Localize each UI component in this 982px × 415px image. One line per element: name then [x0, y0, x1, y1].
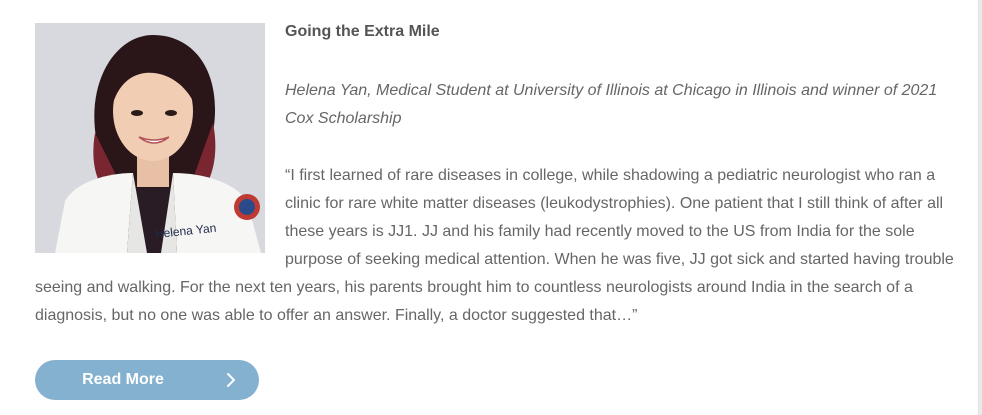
photo-wrap-spacer	[35, 162, 285, 274]
article-title: Going the Extra Mile	[285, 23, 440, 40]
read-more-button[interactable]: Read More	[35, 360, 259, 400]
chevron-right-icon	[227, 373, 235, 387]
article-quote: “I first learned of rare diseases in col…	[35, 162, 955, 330]
scholarship-card: Helena Yan Going the Extra Mile Helena Y…	[0, 0, 979, 415]
read-more-label: Read More	[82, 371, 164, 388]
article-byline: Helena Yan, Medical Student at Universit…	[285, 82, 938, 127]
